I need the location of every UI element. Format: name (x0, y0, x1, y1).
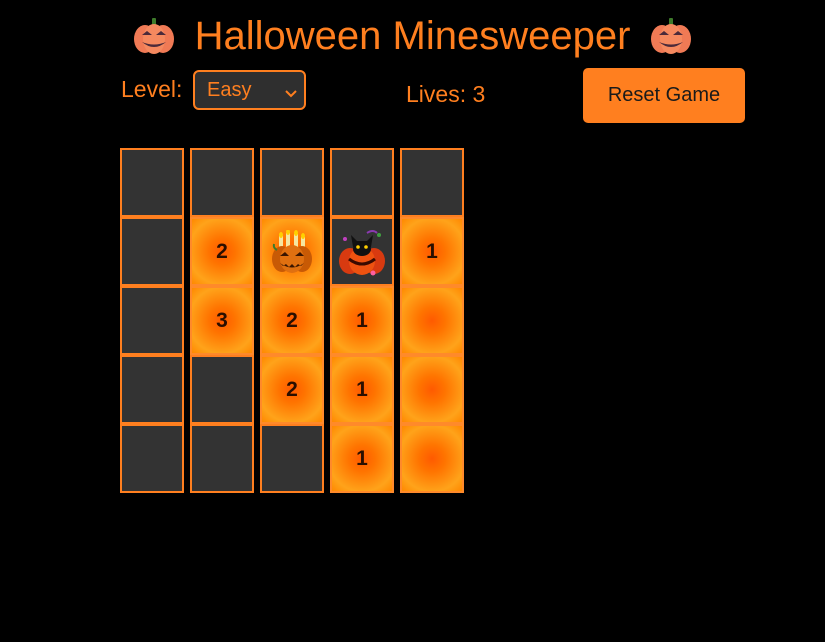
board-cell-r2-c2[interactable]: 2 (190, 217, 254, 286)
board-cell-r3-c2[interactable]: 3 (190, 286, 254, 355)
board-cell-r1-c4[interactable] (330, 148, 394, 217)
pumpkin-icon (133, 17, 175, 55)
title-row: Halloween Minesweeper (0, 8, 825, 64)
board-cell-r1-c5[interactable] (400, 148, 464, 217)
game-board: 2 3 2 2 1 1 1 1 (120, 148, 470, 496)
board-cell-r3-c5[interactable] (400, 286, 464, 355)
candle-pumpkin-icon (271, 229, 313, 274)
game-page: Halloween Minesweeper Level: Easy Lives:… (0, 0, 825, 642)
cell-number: 2 (216, 239, 228, 263)
board-cell-r4-c4[interactable]: 1 (330, 355, 394, 424)
lives-counter: Lives: 3 (406, 81, 486, 107)
cell-number: 1 (356, 446, 368, 470)
board-cell-r2-c4[interactable] (330, 217, 394, 286)
cell-number: 3 (216, 308, 228, 332)
board-cell-r3-c1[interactable] (120, 286, 184, 355)
level-select-value: Easy (207, 78, 252, 101)
board-cell-r5-c3[interactable] (260, 424, 324, 493)
board-cell-r1-c1[interactable] (120, 148, 184, 217)
cell-number: 1 (426, 239, 438, 263)
board-cell-r5-c2[interactable] (190, 424, 254, 493)
board-cell-r5-c5[interactable] (400, 424, 464, 493)
reset-game-button[interactable]: Reset Game (583, 68, 745, 123)
board-cell-r2-c3[interactable] (260, 217, 324, 286)
chevron-down-icon (284, 83, 298, 98)
board-cell-r3-c4[interactable]: 1 (330, 286, 394, 355)
pumpkin-icon (650, 17, 692, 55)
page-title: Halloween Minesweeper (194, 14, 631, 58)
cell-number: 2 (286, 377, 298, 401)
cell-number: 1 (356, 308, 368, 332)
cell-number: 1 (356, 377, 368, 401)
board-cell-r2-c5[interactable]: 1 (400, 217, 464, 286)
board-cell-r5-c4[interactable]: 1 (330, 424, 394, 493)
board-cell-r4-c3[interactable]: 2 (260, 355, 324, 424)
level-select[interactable]: Easy (193, 70, 306, 110)
board-cell-r1-c2[interactable] (190, 148, 254, 217)
board-cell-r2-c1[interactable] (120, 217, 184, 286)
cat-pumpkin-icon (337, 225, 387, 279)
board-cell-r3-c3[interactable]: 2 (260, 286, 324, 355)
cell-number: 2 (286, 308, 298, 332)
board-cell-r4-c5[interactable] (400, 355, 464, 424)
board-cell-r4-c2[interactable] (190, 355, 254, 424)
level-label: Level: (121, 76, 183, 102)
board-cell-r1-c3[interactable] (260, 148, 324, 217)
board-cell-r4-c1[interactable] (120, 355, 184, 424)
board-cell-r5-c1[interactable] (120, 424, 184, 493)
